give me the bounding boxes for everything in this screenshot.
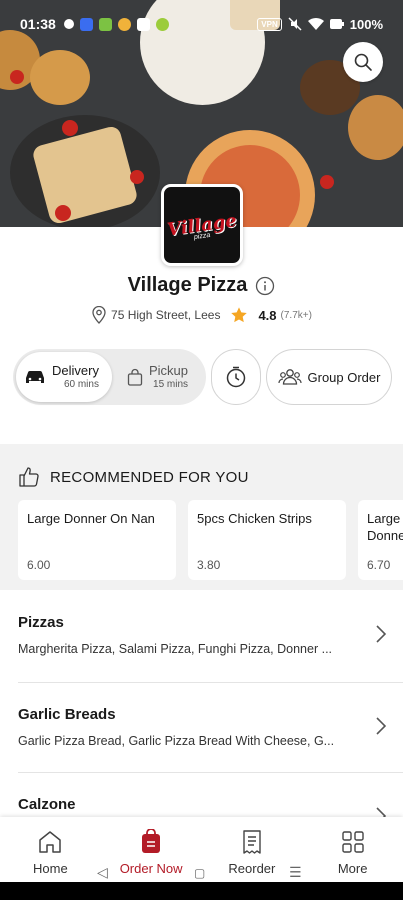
group-order-label: Group Order bbox=[307, 369, 381, 385]
category-items: Garlic Pizza Bread, Garlic Pizza Bread W… bbox=[18, 734, 335, 748]
card-item-price: 6.70 bbox=[367, 558, 391, 572]
category-name: Pizzas bbox=[18, 614, 64, 631]
card-item-price: 3.80 bbox=[197, 558, 221, 572]
delivery-time: 60 mins bbox=[63, 378, 99, 390]
mute-icon bbox=[288, 17, 302, 31]
order-bag-icon bbox=[142, 829, 161, 853]
category-name: Calzone bbox=[18, 796, 76, 813]
recommended-header: RECOMMENDED FOR YOU bbox=[18, 466, 249, 488]
recommended-card[interactable]: 5pcs Chicken Strips 3.80 bbox=[188, 500, 346, 580]
bag-icon bbox=[127, 368, 143, 386]
android-icon bbox=[98, 17, 112, 31]
search-button[interactable] bbox=[343, 42, 383, 82]
info-icon[interactable] bbox=[255, 276, 275, 296]
grid-icon bbox=[341, 831, 364, 853]
delivery-option[interactable]: Delivery 60 mins bbox=[16, 352, 112, 402]
schedule-button[interactable] bbox=[211, 349, 261, 405]
order-mode-toggle: Delivery 60 mins Pickup 15 mins bbox=[13, 349, 206, 405]
system-nav-bar bbox=[0, 882, 403, 900]
app-icon bbox=[79, 17, 93, 31]
nav-reorder[interactable]: Reorder bbox=[202, 817, 303, 882]
group-order-button[interactable]: Group Order bbox=[266, 349, 392, 405]
status-time: 01:38 bbox=[20, 16, 56, 32]
nav-home[interactable]: Home bbox=[0, 817, 101, 882]
pickup-time: 15 mins bbox=[153, 378, 189, 390]
app2-icon bbox=[155, 17, 169, 31]
recommended-card[interactable]: Large Donner On Nan 6.00 bbox=[18, 500, 176, 580]
card-item-price: 6.00 bbox=[27, 558, 51, 572]
chrome-icon bbox=[117, 17, 131, 31]
search-icon bbox=[354, 53, 372, 71]
location-pin-icon bbox=[92, 306, 106, 324]
rating-count: (7.7k+) bbox=[280, 309, 312, 321]
nav-more[interactable]: More bbox=[302, 817, 403, 882]
chevron-right-icon bbox=[376, 717, 387, 735]
pickup-label: Pickup bbox=[149, 363, 189, 379]
nav-label: Home bbox=[33, 861, 68, 876]
status-bar: 01:38 VPN 100% bbox=[0, 0, 403, 48]
category-items: Margherita Pizza, Salami Pizza, Funghi P… bbox=[18, 642, 333, 656]
restaurant-name: Village Pizza bbox=[127, 274, 248, 296]
card-item-name: Large Donne bbox=[367, 511, 403, 543]
home-icon bbox=[39, 831, 62, 853]
restaurant-title-row: Village Pizza bbox=[0, 274, 403, 297]
nav-label: More bbox=[337, 861, 368, 876]
square-icon bbox=[136, 17, 150, 31]
delivery-label: Delivery bbox=[52, 363, 99, 379]
settings-icon bbox=[63, 19, 74, 29]
category-name: Garlic Breads bbox=[18, 706, 116, 723]
vpn-badge: VPN bbox=[257, 17, 282, 31]
recommended-title: RECOMMENDED FOR YOU bbox=[50, 468, 249, 486]
status-notification-icons bbox=[63, 17, 169, 31]
nav-label: Reorder bbox=[228, 861, 276, 876]
card-item-name: 5pcs Chicken Strips bbox=[197, 511, 312, 526]
recommended-card[interactable]: Large Donne 6.70 bbox=[358, 500, 403, 580]
timer-icon bbox=[226, 366, 246, 388]
nav-label: Order Now bbox=[119, 861, 183, 876]
card-item-name: Large Donner On Nan bbox=[27, 511, 155, 526]
restaurant-address: 75 High Street, Lees bbox=[111, 308, 221, 322]
nav-order-now[interactable]: Order Now bbox=[101, 817, 202, 882]
category-row-garlic-breads[interactable]: Garlic Breads Garlic Pizza Bread, Garlic… bbox=[0, 682, 403, 774]
restaurant-meta: 75 High Street, Lees 4.8 (7.7k+) bbox=[0, 306, 403, 324]
system-back-icon[interactable]: ◁ bbox=[97, 864, 108, 881]
rating-value: 4.8 bbox=[258, 307, 277, 323]
system-menu-icon[interactable]: ☰ bbox=[289, 864, 302, 881]
star-icon bbox=[231, 307, 248, 323]
battery-level: 100% bbox=[349, 16, 383, 32]
category-row-pizzas[interactable]: Pizzas Margherita Pizza, Salami Pizza, F… bbox=[0, 590, 403, 682]
system-home-icon[interactable]: ▢ bbox=[194, 866, 205, 880]
chevron-right-icon bbox=[376, 625, 387, 643]
group-icon bbox=[277, 369, 302, 385]
pickup-option[interactable]: Pickup 15 mins bbox=[119, 352, 203, 402]
restaurant-logo: Village pizza bbox=[161, 184, 243, 266]
receipt-icon bbox=[243, 830, 261, 854]
car-icon bbox=[26, 370, 44, 383]
battery-icon bbox=[329, 19, 344, 29]
recommended-section: RECOMMENDED FOR YOU Large Donner On Nan … bbox=[0, 444, 403, 590]
thumbs-up-icon bbox=[19, 467, 39, 487]
wifi-icon bbox=[307, 17, 324, 30]
